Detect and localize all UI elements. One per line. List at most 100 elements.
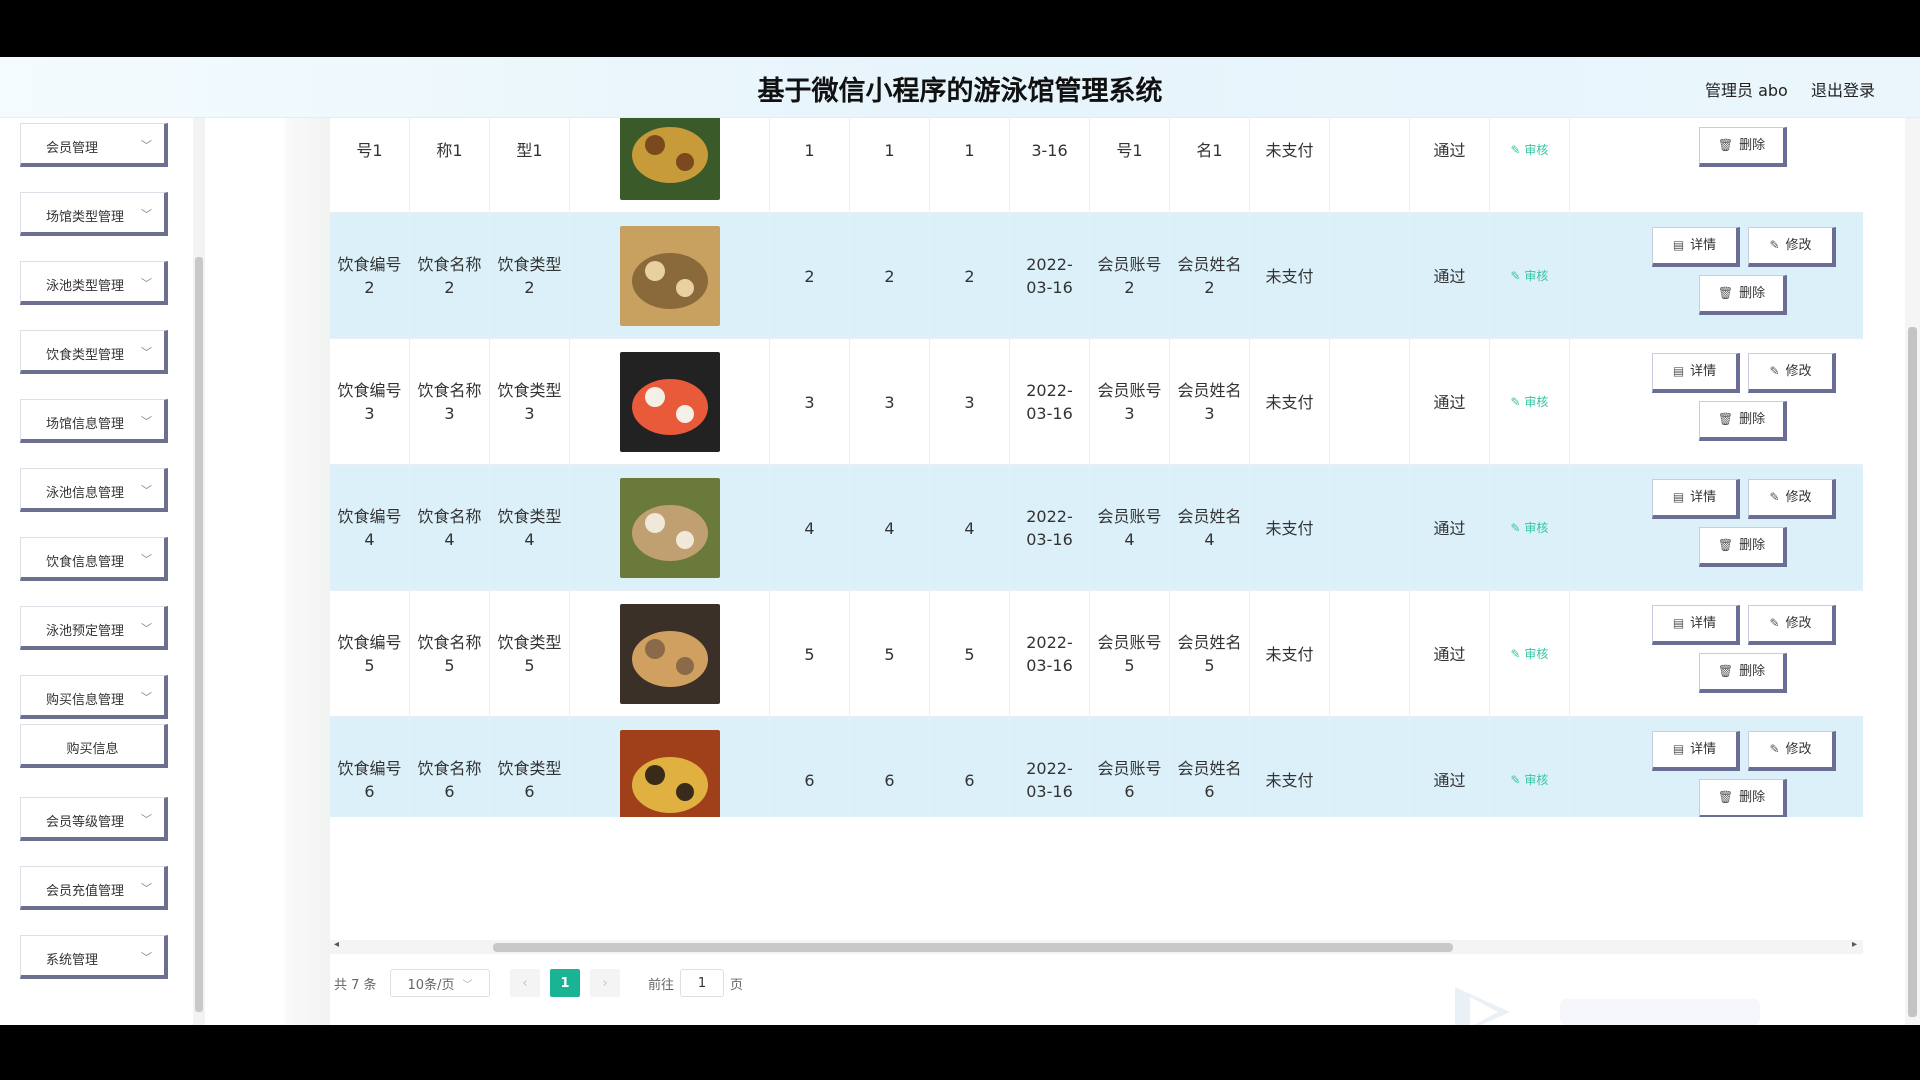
sidebar-item-pool-type[interactable]: 泳池类型管理 ﹀ <box>20 261 168 305</box>
detail-button[interactable]: ▤ 详情 <box>1652 353 1740 393</box>
page-number-current[interactable]: 1 <box>550 969 580 997</box>
delete-button[interactable]: 🗑 删除 <box>1699 401 1787 441</box>
sidebar-item-pool-info[interactable]: 泳池信息管理 ﹀ <box>20 468 168 512</box>
chevron-down-icon: ﹀ <box>141 139 152 152</box>
sidebar-item-purchase-mgmt[interactable]: 购买信息管理 ﹀ <box>20 675 168 719</box>
table-cell: 2022-03-16 <box>1010 465 1090 591</box>
sidebar-item-member-recharge[interactable]: 会员充值管理 ﹀ <box>20 866 168 910</box>
sidebar-item-member[interactable]: 会员管理 ﹀ <box>20 123 168 167</box>
chevron-down-icon: ﹀ <box>141 691 152 704</box>
delete-button[interactable]: 🗑 删除 <box>1699 653 1787 693</box>
sidebar-subitem-purchase-info[interactable]: 购买信息 <box>20 724 168 768</box>
detail-button[interactable]: ▤ 详情 <box>1652 731 1740 771</box>
decorative-background <box>285 117 330 1025</box>
chevron-down-icon: ﹀ <box>141 208 152 221</box>
table-cell: 号1 <box>1090 117 1170 213</box>
scroll-left-icon[interactable]: ◂ <box>334 939 339 950</box>
sidebar-item-pool-booking[interactable]: 泳池预定管理 ﹀ <box>20 606 168 650</box>
detail-button[interactable]: ▤ 详情 <box>1652 479 1740 519</box>
sidebar-item-system[interactable]: 系统管理 ﹀ <box>20 935 168 979</box>
goto-label: 前往 <box>648 977 675 993</box>
edit-button[interactable]: ✎ 修改 <box>1748 605 1836 645</box>
audit-link[interactable]: ✎ 审核 <box>1511 391 1549 414</box>
audit-link[interactable]: ✎ 审核 <box>1511 769 1549 792</box>
delete-label: 删除 <box>1739 286 1766 301</box>
sidebar-item-food-info[interactable]: 饮食信息管理 ﹀ <box>20 537 168 581</box>
logout-link[interactable]: 退出登录 <box>1811 77 1875 101</box>
table-cell: 1 <box>770 117 850 213</box>
table-cell: 饮食名称5 <box>410 591 490 717</box>
chevron-down-icon: ﹀ <box>141 277 152 290</box>
audit-label: 审核 <box>1524 394 1549 409</box>
next-page-button[interactable]: › <box>590 969 620 997</box>
goto-page-input[interactable]: 1 <box>680 969 724 997</box>
delete-label: 删除 <box>1739 790 1766 805</box>
table-cell: 4 <box>850 465 930 591</box>
table-cell: 1 <box>850 117 930 213</box>
table-row: 饮食编号2 饮食名称2 饮食类型2 2 2 2 2022-03-16 会员账号2 会员姓名2 未支… <box>330 213 1863 339</box>
delete-label: 删除 <box>1739 538 1766 553</box>
document-icon: ▤ <box>1672 616 1685 630</box>
sidebar-item-food-type[interactable]: 饮食类型管理 ﹀ <box>20 330 168 374</box>
chevron-down-icon: ﹀ <box>141 415 152 428</box>
table-cell: 饮食类型5 <box>490 591 570 717</box>
sidebar-item-label: 场馆类型管理 <box>46 210 125 225</box>
document-icon: ▤ <box>1672 364 1685 378</box>
table-cell: 会员姓名3 <box>1170 339 1250 465</box>
sidebar-item-member-level[interactable]: 会员等级管理 ﹀ <box>20 797 168 841</box>
sidebar-item-venue-info[interactable]: 场馆信息管理 ﹀ <box>20 399 168 443</box>
pencil-icon: ✎ <box>1769 238 1780 252</box>
table-row: 饮食编号5 饮食名称5 饮食类型5 5 5 5 2022-03-16 会员账号5 会员姓名5 未支… <box>330 591 1863 717</box>
page-size-select[interactable]: 10条/页 ﹀ <box>390 969 490 997</box>
pencil-icon: ✎ <box>1510 646 1525 661</box>
table-cell <box>1330 465 1410 591</box>
table-cell: 未支付 <box>1250 213 1330 339</box>
prev-page-button[interactable]: ‹ <box>510 969 540 997</box>
operations-cell: ▤ 详情 ✎ 修改 🗑 删除 <box>1570 213 1863 339</box>
audit-cell: ✎ 审核 <box>1490 717 1570 817</box>
sidebar-scrollbar-thumb[interactable] <box>195 257 203 1012</box>
table-cell <box>1330 117 1410 213</box>
table-cell: 2 <box>850 213 930 339</box>
table-cell: 3 <box>770 339 850 465</box>
scroll-right-icon[interactable]: ▸ <box>1852 939 1857 950</box>
edit-button[interactable]: ✎ 修改 <box>1748 353 1836 393</box>
sidebar-item-label: 饮食类型管理 <box>46 348 125 363</box>
table-cell: 2022-03-16 <box>1010 213 1090 339</box>
table-horizontal-scrollbar-thumb[interactable] <box>493 943 1453 952</box>
table-cell <box>1330 591 1410 717</box>
delete-button[interactable]: 🗑 删除 <box>1699 127 1787 167</box>
table-cell: 2022-03-16 <box>1010 717 1090 817</box>
food-image <box>619 352 720 452</box>
table-cell: 2022-03-16 <box>1010 339 1090 465</box>
sidebar-item-label: 会员等级管理 <box>46 815 125 830</box>
chevron-down-icon: ﹀ <box>141 484 152 497</box>
detail-button[interactable]: ▤ 详情 <box>1652 227 1740 267</box>
edit-button[interactable]: ✎ 修改 <box>1748 731 1836 771</box>
table-cell: 未支付 <box>1250 591 1330 717</box>
pencil-icon: ✎ <box>1510 772 1525 787</box>
page-scrollbar-thumb[interactable] <box>1908 327 1917 1017</box>
delete-button[interactable]: 🗑 删除 <box>1699 527 1787 567</box>
table-cell: 饮食编号2 <box>330 213 410 339</box>
detail-button[interactable]: ▤ 详情 <box>1652 605 1740 645</box>
data-table: 号1 称1 型1 1 1 1 3-16 号1 名1 未支付 通过 ✎ 审核 🗑 删除 饮食编号2 饮食名称2 饮… <box>330 117 1863 817</box>
delete-button[interactable]: 🗑 删除 <box>1699 779 1787 817</box>
operations-cell: 🗑 删除 <box>1570 117 1863 213</box>
edit-button[interactable]: ✎ 修改 <box>1748 227 1836 267</box>
delete-button[interactable]: 🗑 删除 <box>1699 275 1787 315</box>
app-window: 基于微信小程序的游泳馆管理系统 管理员 abo 退出登录 会员管理 ﹀ 场馆类型管… <box>0 57 1920 1025</box>
table-cell: 通过 <box>1410 591 1490 717</box>
audit-link[interactable]: ✎ 审核 <box>1511 139 1549 162</box>
audit-link[interactable]: ✎ 审核 <box>1511 643 1549 666</box>
audit-link[interactable]: ✎ 审核 <box>1511 265 1549 288</box>
edit-button[interactable]: ✎ 修改 <box>1748 479 1836 519</box>
table-cell: 通过 <box>1410 339 1490 465</box>
food-image-cell <box>570 717 770 817</box>
table-cell: 6 <box>770 717 850 817</box>
audit-link[interactable]: ✎ 审核 <box>1511 517 1549 540</box>
sidebar-item-label: 购买信息管理 <box>46 693 125 708</box>
table-cell: 6 <box>930 717 1010 817</box>
table-row: 饮食编号6 饮食名称6 饮食类型6 6 6 6 2022-03-16 会员账号6 会员姓名6 未支… <box>330 717 1863 817</box>
sidebar-item-venue-type[interactable]: 场馆类型管理 ﹀ <box>20 192 168 236</box>
